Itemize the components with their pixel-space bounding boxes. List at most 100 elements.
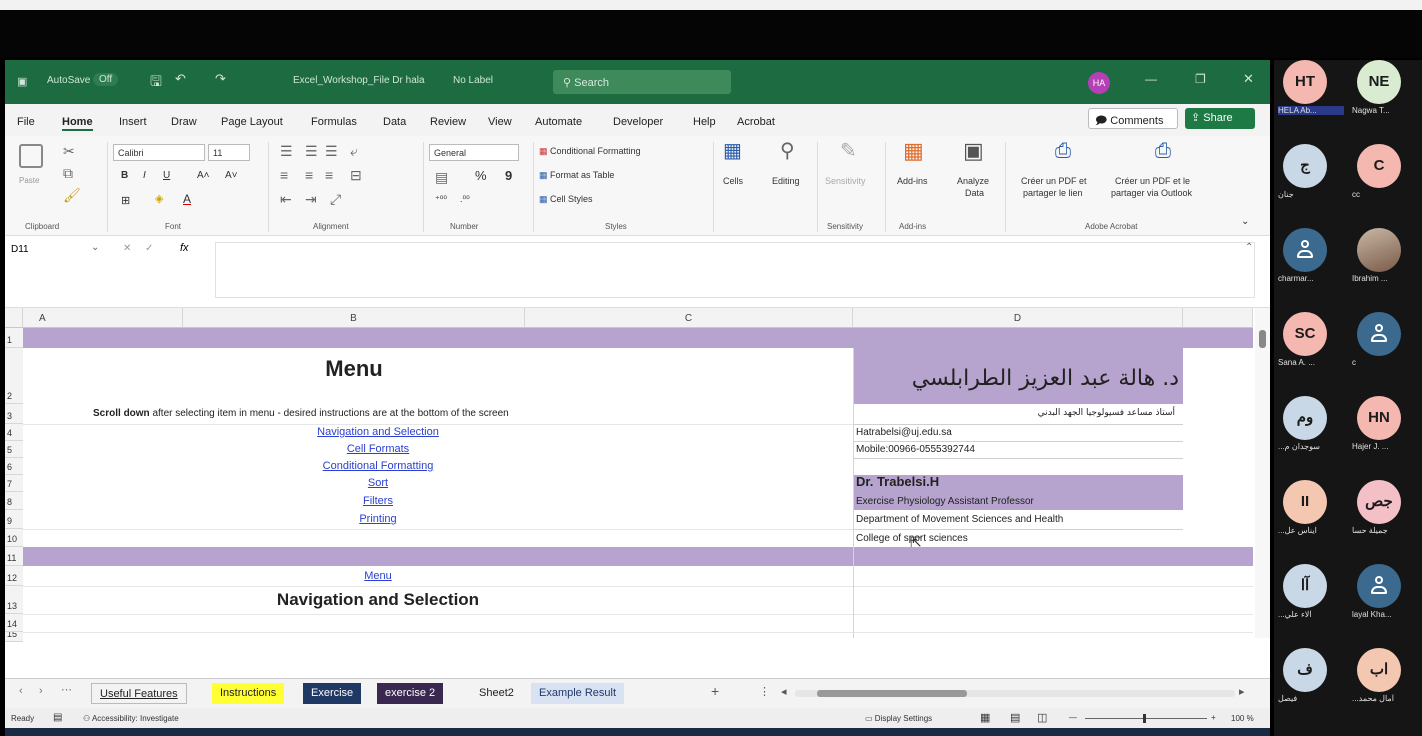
tab-automate[interactable]: Automate (535, 116, 582, 128)
row-header[interactable]: 5 (5, 441, 23, 458)
row-header[interactable]: 1 (5, 328, 23, 348)
row-header[interactable]: 14 (5, 614, 23, 632)
pdf-share-icon[interactable]: ⎙ (1055, 141, 1071, 161)
spreadsheet-grid[interactable]: A B C D 1 2 3 4 5 6 7 8 9 10 11 12 13 14… (5, 308, 1270, 678)
analyze-label-1[interactable]: Analyze (957, 176, 989, 186)
tab-insert[interactable]: Insert (119, 116, 147, 128)
row-header[interactable]: 13 (5, 586, 23, 614)
participant-tile[interactable]: ف فيصل (1274, 648, 1348, 732)
row-header[interactable]: 10 (5, 529, 23, 547)
row-header[interactable]: 3 (5, 404, 23, 424)
tab-acrobat[interactable]: Acrobat (737, 116, 775, 128)
align-bottom-icon[interactable]: ☰ (325, 144, 338, 158)
format-as-table-button[interactable]: ▦ Format as Table (539, 170, 614, 181)
row-header[interactable]: 2 (5, 348, 23, 404)
conditional-formatting-button[interactable]: ▦ Conditional Formatting (539, 146, 641, 157)
orientation-icon[interactable]: ⤢ (330, 192, 341, 206)
scroll-left-icon[interactable]: ◂ (781, 685, 787, 698)
borders-icon[interactable]: ⊞ (121, 194, 130, 207)
tab-view[interactable]: View (488, 116, 512, 128)
close-icon[interactable]: ✕ (1243, 71, 1254, 87)
sheet-tab-exercise-2[interactable]: exercise 2 (377, 683, 444, 704)
bold-icon[interactable]: B (121, 170, 128, 181)
tab-formulas[interactable]: Formulas (311, 116, 357, 128)
confirm-entry-icon[interactable]: ✓ (145, 243, 153, 254)
link-navigation-selection[interactable]: Navigation and Selection (183, 426, 573, 438)
cell-styles-button[interactable]: ▦ Cell Styles (539, 194, 593, 205)
participant-tile[interactable]: ج جنان (1274, 144, 1348, 228)
tab-file[interactable]: File (17, 116, 35, 128)
sheet-tab-sheet2[interactable]: Sheet2 (471, 683, 522, 704)
pdf-share-label-1[interactable]: Créer un PDF et (1021, 176, 1087, 186)
editing-search-icon[interactable]: ⚲ (780, 141, 795, 161)
link-filters[interactable]: Filters (183, 495, 573, 507)
align-left-icon[interactable]: ≡ (280, 168, 288, 182)
sheet-tab-example-result[interactable]: Example Result (531, 683, 625, 704)
sensitivity-icon[interactable]: ✎ (840, 141, 857, 161)
search-box[interactable]: ⚲ Search (553, 70, 731, 94)
participant-tile[interactable]: HT HELA Ab... (1274, 60, 1348, 144)
addins-icon[interactable]: ▦ (903, 140, 924, 162)
share-button[interactable]: ⇪ Share (1185, 108, 1255, 129)
tab-help[interactable]: Help (693, 116, 716, 128)
sheet-tab-exercise[interactable]: Exercise (303, 683, 362, 704)
page-layout-view-icon[interactable]: ▤ (1010, 711, 1020, 724)
italic-icon[interactable]: I (143, 170, 146, 181)
fill-color-icon[interactable]: ◈ (155, 192, 163, 205)
tab-split-icon[interactable]: ⋮ (759, 685, 770, 698)
sheet-tab-instructions[interactable]: Instructions (212, 683, 285, 704)
analyze-data-icon[interactable]: ▣ (963, 140, 984, 162)
column-header-d[interactable]: D (853, 308, 1183, 328)
row-header[interactable]: 7 (5, 475, 23, 492)
tab-draw[interactable]: Draw (171, 116, 197, 128)
tab-review[interactable]: Review (430, 116, 466, 128)
participant-tile[interactable]: II ...ايناس عل (1274, 480, 1348, 564)
participant-tile[interactable]: جص جميلة حسا (1348, 480, 1422, 564)
tab-developer[interactable]: Developer (613, 116, 663, 128)
accounting-format-icon[interactable]: ▤ (435, 170, 448, 184)
tab-data[interactable]: Data (383, 116, 406, 128)
vertical-scroll-thumb[interactable] (1259, 330, 1266, 348)
number-format-select[interactable]: General (429, 144, 519, 161)
undo-icon[interactable]: ↶ (175, 71, 186, 87)
link-menu[interactable]: Menu (183, 570, 573, 582)
participant-tile[interactable]: آا ...آلاء علي (1274, 564, 1348, 648)
tab-page-layout[interactable]: Page Layout (221, 116, 283, 128)
name-box-dropdown-icon[interactable]: ⌄ (91, 242, 99, 253)
display-settings[interactable]: ▭ Display Settings (865, 714, 932, 723)
comma-icon[interactable]: 9 (505, 168, 512, 183)
scroll-right-icon[interactable]: ▸ (1239, 685, 1245, 698)
link-sort[interactable]: Sort (183, 477, 573, 489)
zoom-out-icon[interactable]: — (1069, 713, 1077, 722)
pdf-outlook-label-1[interactable]: Créer un PDF et le (1115, 176, 1190, 186)
user-avatar[interactable]: HA (1088, 72, 1110, 94)
cells-icon[interactable]: ▦ (723, 141, 742, 161)
participant-tile[interactable]: NE Nagwa T... (1348, 60, 1422, 144)
column-header-b[interactable]: B (183, 308, 525, 328)
horizontal-scroll-thumb[interactable] (817, 690, 967, 697)
align-middle-icon[interactable]: ☰ (305, 144, 318, 158)
participant-tile[interactable]: Ibrahim ... (1348, 228, 1422, 312)
row-header[interactable]: 11 (5, 547, 23, 566)
participant-tile[interactable]: SC Sana A. ... (1274, 312, 1348, 396)
page-break-view-icon[interactable]: ◫ (1037, 711, 1047, 724)
vertical-scrollbar[interactable] (1255, 308, 1270, 638)
normal-view-icon[interactable]: ▦ (980, 711, 990, 724)
column-header-e[interactable] (1183, 308, 1253, 328)
underline-icon[interactable]: U (163, 170, 170, 181)
label-status[interactable]: No Label (453, 75, 493, 86)
macro-record-icon[interactable]: ▤ (53, 712, 62, 723)
horizontal-scrollbar[interactable] (795, 690, 1235, 697)
link-printing[interactable]: Printing (183, 513, 573, 525)
autosave-toggle[interactable]: Off (93, 73, 119, 86)
tab-home[interactable]: Home (62, 116, 93, 131)
accessibility-status[interactable]: ⚇ Accessibility: Investigate (83, 714, 179, 723)
add-sheet-icon[interactable]: + (711, 683, 719, 699)
participant-tile[interactable]: وم ...سوجدان م (1274, 396, 1348, 480)
percent-icon[interactable]: % (475, 168, 487, 183)
pdf-outlook-icon[interactable]: ⎙ (1155, 141, 1171, 161)
merge-center-icon[interactable]: ⊟ (350, 168, 362, 182)
sensitivity-label[interactable]: Sensitivity (825, 176, 866, 186)
save-icon[interactable]: 🖫 (150, 71, 162, 95)
editing-label[interactable]: Editing (772, 176, 800, 186)
